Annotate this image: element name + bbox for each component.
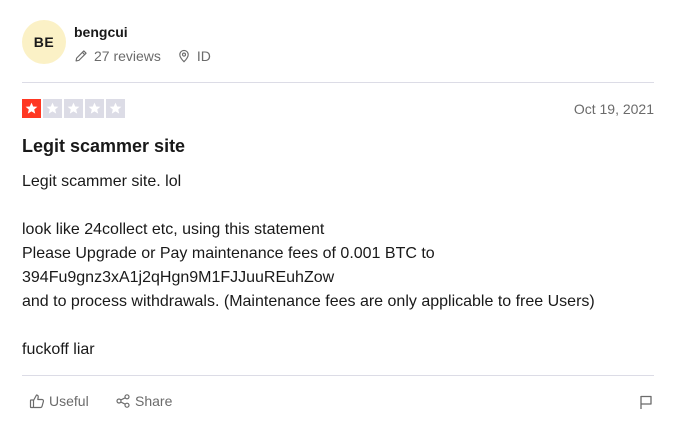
reviews-count: 27 reviews <box>74 48 161 64</box>
flag-icon <box>640 395 652 409</box>
share-button[interactable]: Share <box>115 393 172 409</box>
review-body-line: Please Upgrade or Pay maintenance fees o… <box>22 245 435 262</box>
reviews-count-label: 27 reviews <box>94 48 161 64</box>
useful-button[interactable]: Useful <box>29 393 89 409</box>
share-icon <box>116 394 130 408</box>
avatar[interactable]: BE <box>22 20 66 64</box>
review-date: Oct 19, 2021 <box>573 101 654 117</box>
star-icon <box>106 99 125 118</box>
review-body-line: and to process withdrawals. (Maintenance… <box>22 293 595 310</box>
footer-divider <box>22 375 654 376</box>
review-card: BE bengcui 27 reviews ID Oct 19, 2021 Le… <box>0 0 676 436</box>
review-body-line: Legit scammer site. lol <box>22 173 182 190</box>
review-body-line: 394Fu9gnz3xA1j2qHgn9M1FJJuuREuhZow <box>22 269 335 286</box>
thumbs-up-icon <box>29 394 45 409</box>
star-icon <box>64 99 83 118</box>
review-body-spacer <box>22 314 662 338</box>
review-body-line: fuckoff liar <box>22 341 95 358</box>
review-title[interactable]: Legit scammer site <box>22 136 185 157</box>
header-divider <box>22 82 654 83</box>
review-body: Legit scammer site. lol look like 24colle… <box>22 170 662 362</box>
star-rating <box>22 99 127 118</box>
share-label: Share <box>135 393 173 409</box>
reviewer-meta: 27 reviews ID <box>74 48 211 64</box>
star-icon <box>22 99 41 118</box>
useful-label: Useful <box>49 393 89 409</box>
avatar-initials: BE <box>33 34 55 50</box>
star-icon <box>43 99 62 118</box>
location-pin-icon <box>179 49 189 63</box>
reviewer-location: ID <box>177 48 211 64</box>
pencil-icon <box>75 50 87 62</box>
star-icon <box>85 99 104 118</box>
review-body-spacer <box>22 194 662 218</box>
reviewer-name[interactable]: bengcui <box>74 24 128 40</box>
review-body-line: look like 24collect etc, using this stat… <box>22 221 325 238</box>
country-code: ID <box>196 48 211 64</box>
report-button[interactable] <box>638 394 654 410</box>
